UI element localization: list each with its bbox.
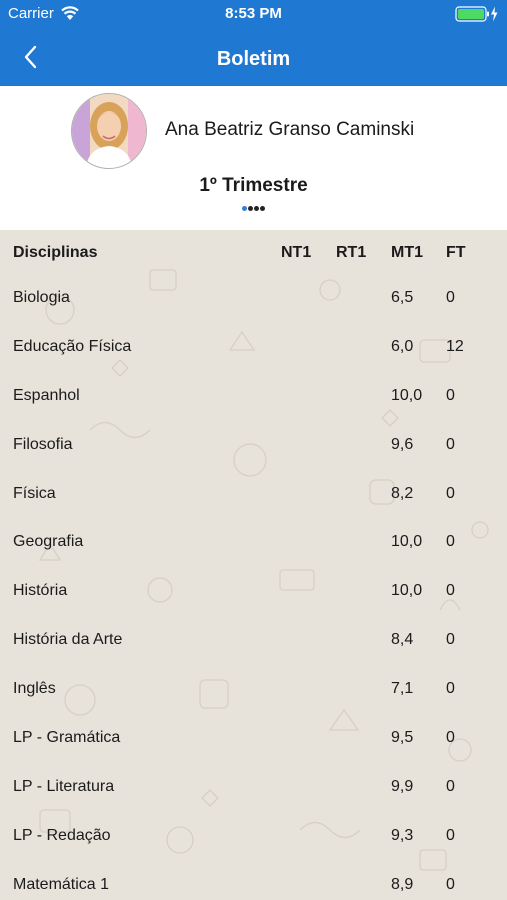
cell-ft: 0	[446, 680, 455, 698]
cell-mt1: 9,3	[391, 826, 414, 844]
navigation-bar: Boletim	[0, 28, 507, 86]
cell-subject: Educação Física	[13, 337, 132, 355]
cell-ft: 0	[446, 729, 455, 747]
table-row[interactable]: Física 8,2 0	[0, 471, 507, 520]
cell-mt1: 8,9	[391, 875, 414, 893]
cell-mt1: 9,5	[391, 729, 414, 747]
header-ft: FT	[446, 244, 466, 261]
cell-mt1: 6,5	[391, 289, 414, 306]
student-photo	[72, 94, 146, 168]
page-dot[interactable]	[242, 206, 247, 211]
cell-ft: 0	[446, 289, 455, 306]
cell-subject: Matemática 1	[13, 875, 110, 893]
table-row[interactable]: LP - Redação 9,3 0	[0, 813, 507, 862]
cell-mt1: 10,0	[391, 582, 423, 600]
table-row[interactable]: LP - Gramática 9,5 0	[0, 715, 507, 764]
cell-subject: Biologia	[13, 289, 70, 306]
cell-ft: 0	[446, 631, 455, 649]
header-nt1: NT1	[281, 244, 312, 261]
grades-list: Disciplinas NT1 RT1 MT1 FT Biologia 6,5 0 E…	[0, 230, 507, 900]
cell-subject: Geografia	[13, 533, 84, 551]
cell-mt1: 7,1	[391, 680, 414, 698]
table-row[interactable]: Geografia 10,0 0	[0, 519, 507, 568]
table-row[interactable]: Espanhol 10,0 0	[0, 373, 507, 422]
page-indicator[interactable]	[0, 206, 507, 214]
page-title: Boletim	[216, 48, 291, 70]
cell-mt1: 6,0	[391, 337, 414, 355]
page-dot[interactable]	[254, 206, 259, 211]
header-subject: Disciplinas	[13, 244, 98, 261]
cell-ft: 0	[446, 826, 455, 844]
page-dot[interactable]	[260, 206, 265, 211]
cell-subject: LP - Gramática	[13, 729, 121, 747]
table-row[interactable]: Filosofia 9,6 0	[0, 422, 507, 471]
cell-mt1: 10,0	[391, 386, 423, 404]
student-name: Ana Beatriz Granso Caminski	[165, 119, 415, 140]
table-row[interactable]: Inglês 7,1 0	[0, 666, 507, 715]
cell-subject: Física	[13, 484, 56, 502]
page-dot[interactable]	[248, 206, 253, 211]
status-bar: Carrier 8:53 PM	[0, 0, 507, 28]
student-header: Ana Beatriz Granso Caminski 1º Trimestre	[0, 86, 507, 230]
cell-mt1: 10,0	[391, 533, 423, 551]
header-mt1: MT1	[391, 244, 423, 261]
cell-ft: 0	[446, 582, 455, 600]
cell-subject: Espanhol	[13, 386, 80, 404]
grades-table: Disciplinas NT1 RT1 MT1 FT Biologia 6,5 0 E…	[0, 230, 507, 900]
cell-mt1: 9,9	[391, 777, 414, 795]
table-row[interactable]: História da Arte 8,4 0	[0, 617, 507, 666]
cell-ft: 0	[446, 875, 455, 893]
cell-ft: 0	[446, 777, 455, 795]
avatar[interactable]	[71, 93, 147, 169]
cell-subject: LP - Redação	[13, 826, 111, 844]
status-time: 8:53 PM	[225, 5, 282, 22]
cell-subject: Filosofia	[13, 435, 73, 453]
cell-ft: 0	[446, 386, 455, 404]
battery-icon	[455, 6, 498, 22]
cell-subject: Inglês	[13, 680, 56, 698]
table-header: Disciplinas NT1 RT1 MT1 FT	[0, 230, 507, 275]
period-title[interactable]: 1º Trimestre	[0, 175, 507, 197]
cell-subject: História da Arte	[13, 631, 123, 649]
cell-subject: História	[13, 582, 68, 600]
cell-mt1: 9,6	[391, 435, 414, 453]
header-rt1: RT1	[336, 244, 367, 261]
cell-mt1: 8,2	[391, 484, 414, 502]
table-row[interactable]: Educação Física 6,0 12	[0, 324, 507, 373]
table-row[interactable]: LP - Literatura 9,9 0	[0, 764, 507, 813]
cell-ft: 0	[446, 435, 455, 453]
table-row[interactable]: Matemática 1 8,9 0	[0, 862, 507, 900]
cell-ft: 0	[446, 533, 455, 551]
cell-ft: 0	[446, 484, 455, 502]
cell-ft: 12	[446, 337, 464, 355]
table-row[interactable]: Biologia 6,5 0	[0, 275, 507, 324]
cell-mt1: 8,4	[391, 631, 414, 649]
table-row[interactable]: História 10,0 0	[0, 568, 507, 617]
cell-subject: LP - Literatura	[13, 777, 115, 795]
